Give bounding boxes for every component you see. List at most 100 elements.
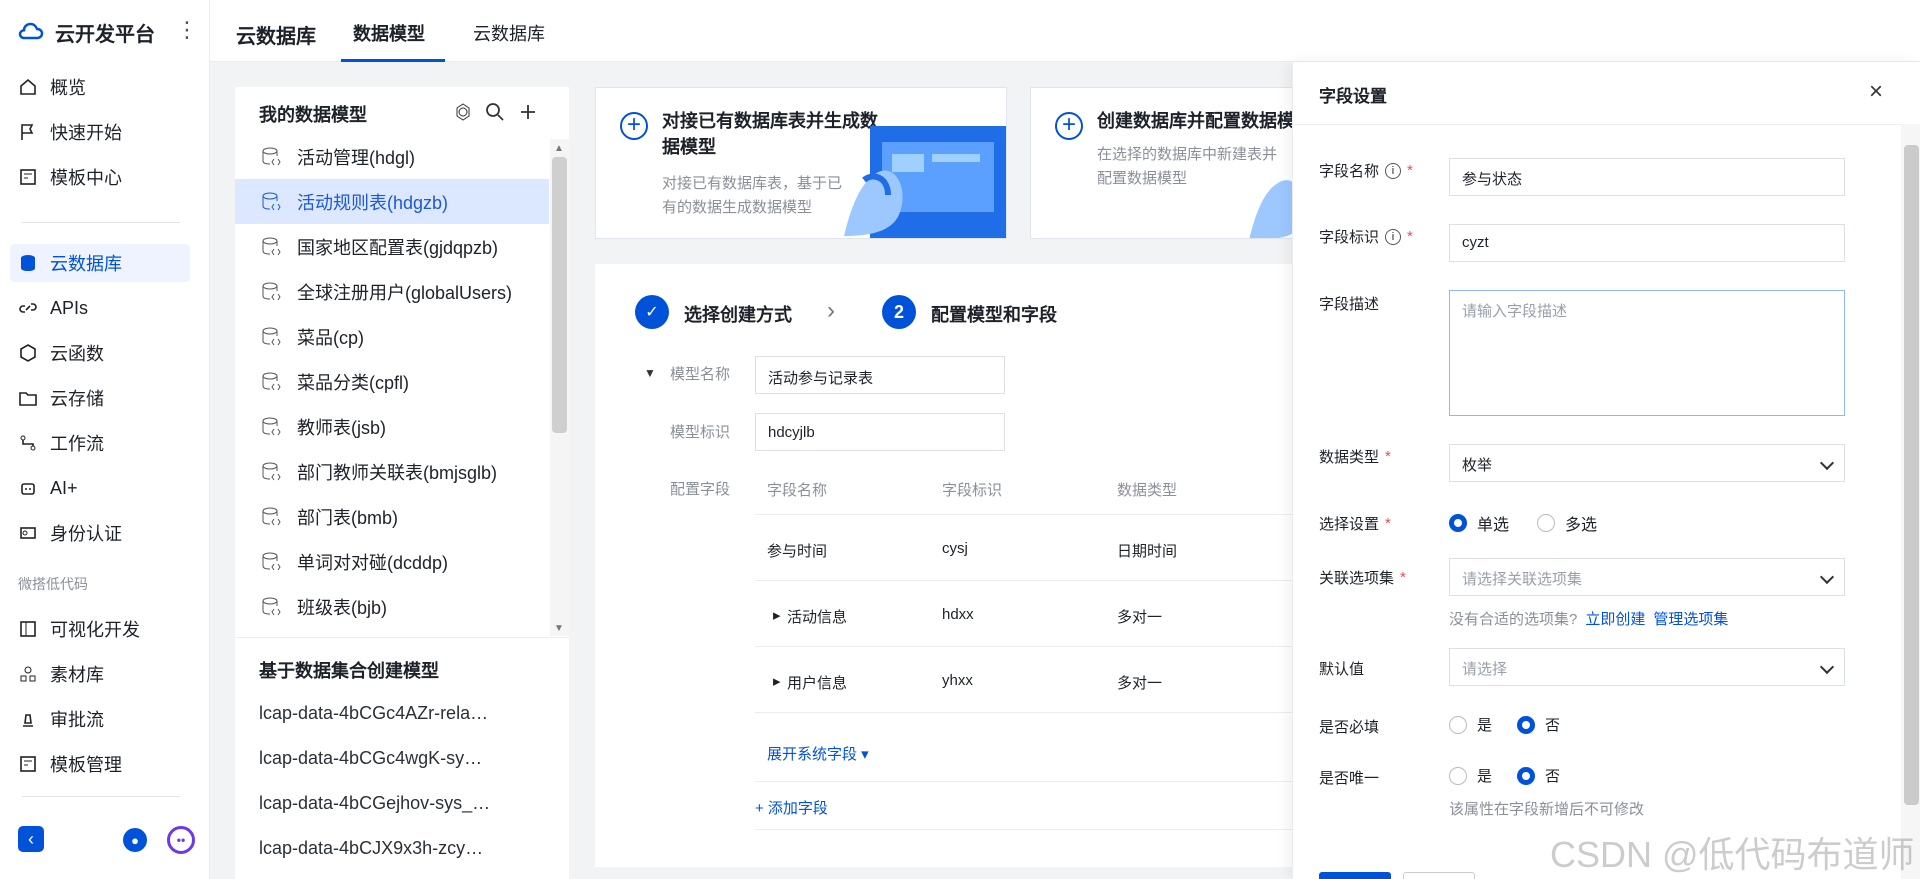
model-item[interactable]: 活动管理(hdgl) <box>235 134 549 179</box>
field-name-input[interactable]: 参与状态 <box>1449 158 1845 196</box>
data-type-select[interactable]: 枚举 <box>1449 444 1845 482</box>
chevron-down-icon <box>1819 659 1835 675</box>
connect-existing-table-card[interactable]: + 对接已有数据库表并生成数据模型 对接已有数据库表，基于已有的数据生成数据模型 <box>595 87 1007 239</box>
collection-item[interactable]: lcap-data-4bCJX9x3h-zcy… <box>259 838 483 859</box>
unique-no-radio[interactable]: 否 <box>1517 765 1560 786</box>
model-item[interactable]: 部门教师关联表(bmjsglb) <box>235 449 549 494</box>
model-item[interactable]: 班级表(bjb) <box>235 584 549 629</box>
nav-item-quick-start[interactable]: 快速开始 <box>10 113 190 151</box>
nav-item-apis[interactable]: APIs <box>10 289 190 327</box>
expand-system-fields-link[interactable]: 展开系统字段 ▾ <box>767 743 869 764</box>
collapse-caret-icon[interactable]: ▼ <box>644 366 656 380</box>
close-icon[interactable]: × <box>1869 78 1883 106</box>
unique-setting-label: 是否唯一 <box>1319 770 1380 787</box>
info-icon[interactable]: i <box>1385 162 1402 179</box>
nav-item-assets[interactable]: 素材库 <box>10 655 190 693</box>
nav-item-cloud-function[interactable]: 云函数 <box>10 334 190 372</box>
field-name-label: 字段名称 i * <box>1319 160 1413 181</box>
required-yes-radio[interactable]: 是 <box>1449 714 1492 735</box>
nav-label: 快速开始 <box>50 123 122 143</box>
collection-item[interactable]: lcap-data-4bCGc4AZr-rela… <box>259 703 488 724</box>
add-field-link[interactable]: + 添加字段 <box>755 797 828 818</box>
single-choice-radio[interactable]: 单选 <box>1449 511 1509 535</box>
column-header: 数据类型 <box>1117 482 1178 499</box>
table-row[interactable]: ▸ 活动信息 hdxx 多对一 <box>755 581 1295 647</box>
option-set-select[interactable]: 请选择关联选项集 <box>1449 558 1845 596</box>
field-description-textarea[interactable]: 请输入字段描述 <box>1449 290 1845 416</box>
nav-item-ai[interactable]: AI+ <box>10 469 190 507</box>
create-database-card[interactable]: + 创建数据库并配置数据模 在选择的数据库中新建表并配置数据模型 <box>1030 87 1300 239</box>
column-header: 字段标识 <box>942 482 1003 499</box>
chevron-right-icon: › <box>827 297 835 324</box>
create-option-set-link[interactable]: 立即创建 <box>1585 608 1645 629</box>
fields-label: 配置字段 <box>670 481 731 498</box>
collection-item[interactable]: lcap-data-4bCGc4wgK-sy… <box>259 748 482 769</box>
confirm-button-partial[interactable] <box>1319 872 1391 879</box>
nav-label: AI+ <box>50 477 78 498</box>
model-item[interactable]: 国家地区配置表(gjdqpzb) <box>235 224 549 269</box>
choice-setting-label: 选择设置 * <box>1319 513 1391 534</box>
tab-cloud-database[interactable]: 云数据库 <box>473 20 545 46</box>
field-id-input[interactable]: cyzt <box>1449 224 1845 262</box>
nav-item-overview[interactable]: 概览 <box>10 68 190 106</box>
nav-item-workflow[interactable]: 工作流 <box>10 424 190 462</box>
required-mark: * <box>1407 162 1413 179</box>
model-list-scroll-thumb[interactable] <box>552 157 567 433</box>
add-model-icon[interactable] <box>517 101 539 123</box>
assistant-bot-icon[interactable]: •• <box>167 826 195 854</box>
required-no-radio[interactable]: 否 <box>1517 714 1560 735</box>
table-row[interactable]: ▸ 用户信息 yhxx 多对一 <box>755 647 1295 713</box>
model-item[interactable]: 全球注册用户(globalUsers) <box>235 269 549 314</box>
default-value-label: 默认值 <box>1319 661 1365 678</box>
more-vertical-icon[interactable]: ⋮ <box>176 19 198 41</box>
expand-row-icon[interactable]: ▸ <box>773 672 781 690</box>
nav-label: 云数据库 <box>50 254 122 274</box>
manage-option-set-link[interactable]: 管理选项集 <box>1653 608 1728 629</box>
nav-item-template-center[interactable]: 模板中心 <box>10 158 190 196</box>
drawer-scroll-thumb[interactable] <box>1904 145 1919 805</box>
unique-yes-radio[interactable]: 是 <box>1449 765 1492 786</box>
required-mark: * <box>1407 228 1413 245</box>
data-collection-panel: 基于数据集合创建模型 lcap-data-4bCGc4AZr-rela… lca… <box>235 637 569 879</box>
settings-icon[interactable] <box>452 101 474 123</box>
model-name: 班级表(bjb) <box>297 597 388 618</box>
nav-item-approval[interactable]: 审批流 <box>10 700 190 738</box>
scroll-down-icon[interactable]: ▼ <box>554 623 564 634</box>
card-title: 创建数据库并配置数据模 <box>1097 111 1295 131</box>
watermark: CSDN @低代码布道师 <box>1550 834 1915 875</box>
tab-data-model[interactable]: 数据模型 <box>353 20 425 46</box>
multiple-choice-radio[interactable]: 多选 <box>1537 511 1597 535</box>
data-model-icon <box>262 237 281 255</box>
assets-icon <box>20 666 36 682</box>
flag-icon <box>21 124 34 140</box>
expand-row-icon[interactable]: ▸ <box>773 606 781 624</box>
model-item[interactable]: 菜品分类(cpfl) <box>235 359 549 404</box>
data-model-icon <box>262 417 281 435</box>
model-item[interactable]: 部门表(bmb) <box>235 494 549 539</box>
model-item-selected[interactable]: 活动规则表(hdgzb) <box>235 179 549 224</box>
nav-item-identity[interactable]: 身份认证 <box>10 514 190 552</box>
collapse-sidebar-button[interactable]: ‹ <box>18 826 44 852</box>
collection-item[interactable]: lcap-data-4bCGejhov-sys_… <box>259 793 490 814</box>
template-icon <box>20 169 36 185</box>
search-icon[interactable] <box>484 101 506 123</box>
model-name-input[interactable]: 活动参与记录表 <box>755 356 1005 394</box>
table-row[interactable]: 参与时间 cysj 日期时间 <box>755 515 1295 581</box>
info-icon[interactable]: i <box>1385 228 1402 245</box>
model-item[interactable]: 教师表(jsb) <box>235 404 549 449</box>
nav-item-visual-dev[interactable]: 可视化开发 <box>10 610 190 648</box>
required-setting-label: 是否必填 <box>1319 719 1380 736</box>
cancel-button-partial[interactable] <box>1403 872 1475 879</box>
model-id-input[interactable]: hdcyjlb <box>755 413 1005 451</box>
scroll-up-icon[interactable]: ▲ <box>554 143 564 154</box>
nav-item-cloud-database[interactable]: 云数据库 <box>10 244 190 282</box>
nav-item-template-manage[interactable]: 模板管理 <box>10 745 190 783</box>
default-value-select[interactable]: 请选择 <box>1449 648 1845 686</box>
brand[interactable]: 云开发平台 <box>17 18 155 46</box>
user-avatar-icon[interactable]: ● <box>123 828 147 852</box>
model-item[interactable]: 单词对对碰(dcddp) <box>235 539 549 584</box>
nav-item-cloud-storage[interactable]: 云存储 <box>10 379 190 417</box>
model-item[interactable]: 菜品(cp) <box>235 314 549 359</box>
chevron-down-icon <box>1819 455 1835 471</box>
page-title: 云数据库 <box>236 26 316 48</box>
